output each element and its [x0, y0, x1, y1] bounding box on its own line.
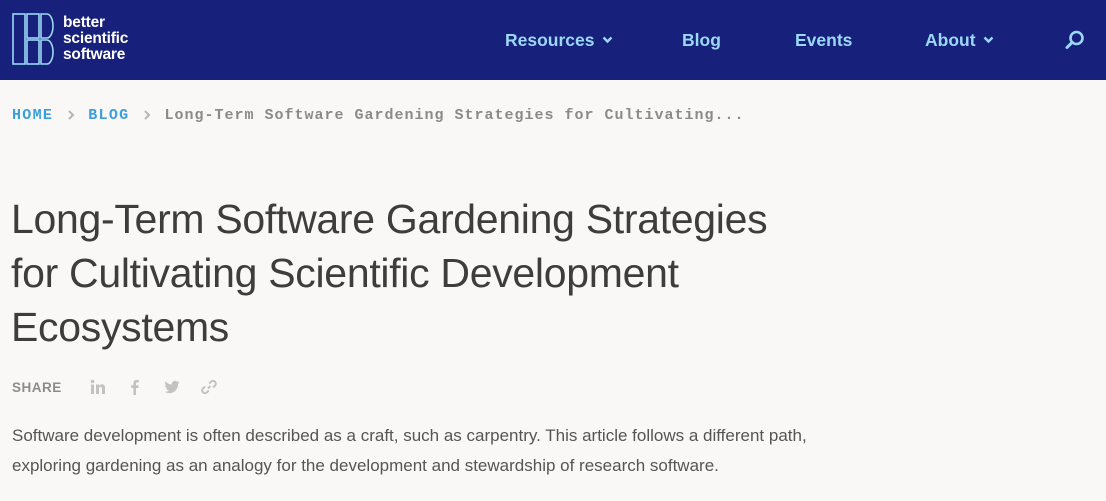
facebook-icon[interactable] — [127, 379, 143, 395]
chevron-down-icon — [602, 36, 612, 44]
nav-about-label: About — [925, 29, 976, 50]
nav-blog-label: Blog — [682, 29, 721, 50]
site-header: better scientific software Resources Blo… — [0, 0, 1106, 80]
logo-wordmark: better scientific software — [63, 15, 128, 63]
bssw-logo-icon — [12, 13, 54, 65]
nav-resources[interactable]: Resources — [505, 0, 613, 80]
share-label: SHARE — [12, 379, 62, 395]
page-title: Long-Term Software Gardening Strategies … — [11, 196, 768, 350]
link-icon[interactable] — [200, 379, 217, 395]
nav-blog[interactable]: Blog — [682, 0, 721, 80]
breadcrumb-blog[interactable]: BLOG — [88, 107, 129, 124]
article-intro: Software development is often described … — [12, 426, 807, 475]
chevron-right-icon — [68, 110, 75, 120]
breadcrumb: HOME BLOG Long-Term Software Gardening S… — [12, 104, 745, 126]
share-bar: SHARE — [12, 376, 238, 398]
logo-line-3: software — [63, 46, 126, 63]
nav-resources-label: Resources — [505, 29, 595, 50]
breadcrumb-home[interactable]: HOME — [12, 107, 53, 124]
nav-events-label: Events — [795, 29, 853, 50]
chevron-right-icon — [144, 110, 151, 120]
breadcrumb-current: Long-Term Software Gardening Strategies … — [164, 106, 745, 124]
chevron-down-icon — [983, 36, 993, 44]
linkedin-icon[interactable] — [90, 379, 106, 395]
logo-line-2: scientific — [63, 30, 129, 47]
twitter-icon[interactable] — [164, 379, 180, 395]
search-icon[interactable] — [1064, 29, 1086, 51]
nav-events[interactable]: Events — [795, 0, 852, 80]
nav-about[interactable]: About — [925, 0, 994, 80]
logo-line-1: better — [63, 14, 105, 31]
site-logo[interactable]: better scientific software — [12, 13, 128, 65]
